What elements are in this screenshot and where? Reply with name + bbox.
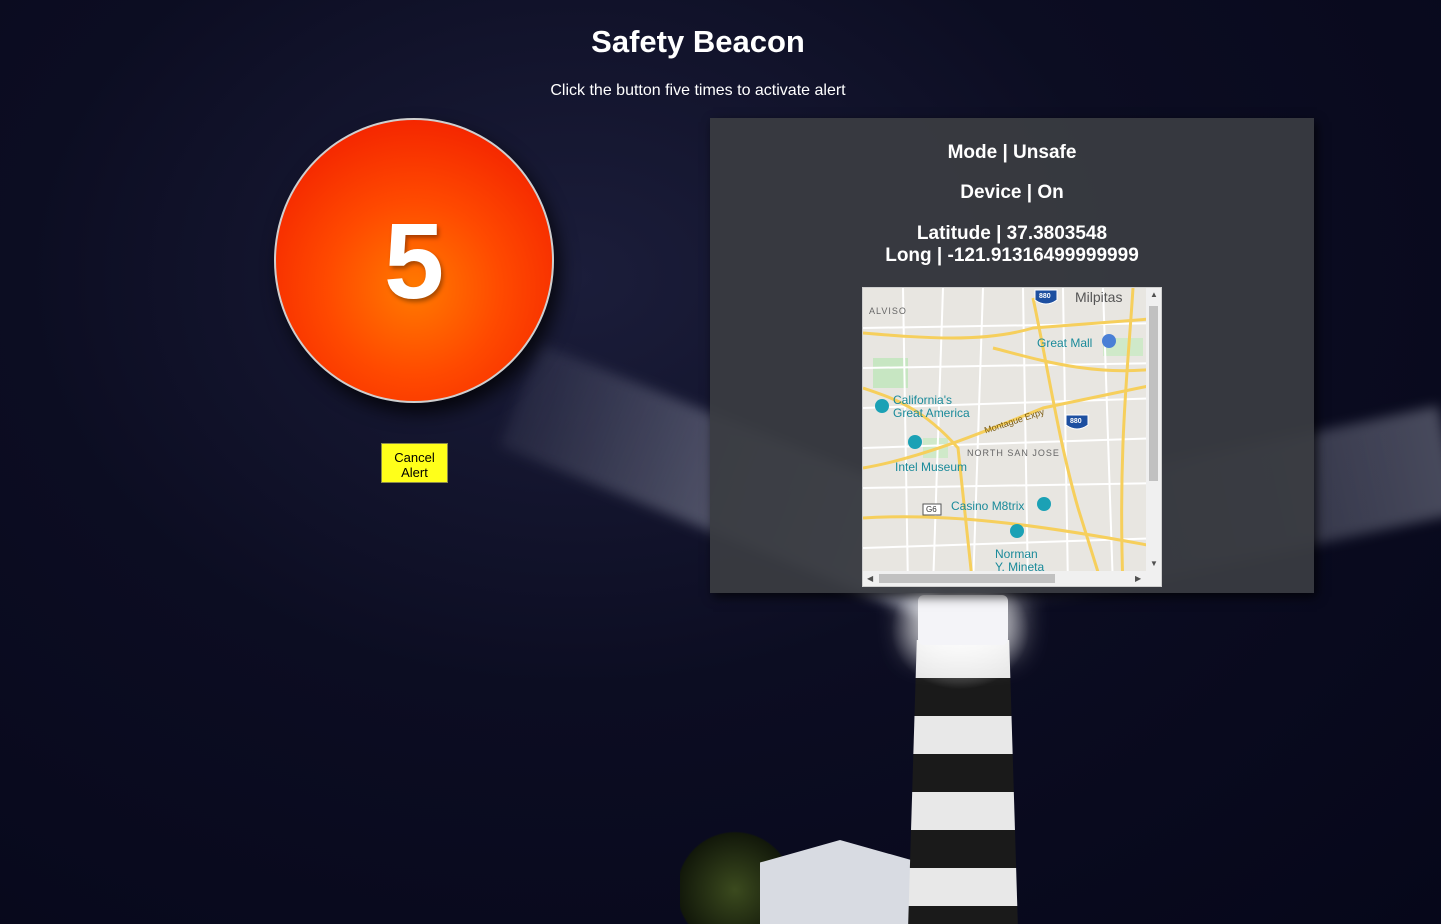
page-title: Safety Beacon	[591, 24, 805, 59]
scrollbar-thumb[interactable]	[879, 574, 1055, 583]
location-map[interactable]: Milpitas ALVISO Great Mall California's …	[862, 287, 1162, 587]
instruction-text: Click the button five times to activate …	[550, 82, 846, 99]
map-label-north-san-jose: NORTH SAN JOSE	[967, 448, 1060, 458]
map-label-alviso: ALVISO	[869, 306, 907, 316]
map-label-norman: Norman	[995, 547, 1038, 561]
map-label-great-america: Great America	[893, 406, 970, 420]
interstate-shield-label: 880	[1070, 418, 1082, 425]
cancel-alert-button[interactable]: Cancel Alert	[381, 443, 448, 483]
trees	[680, 830, 790, 924]
scroll-up-icon[interactable]: ▲	[1150, 291, 1158, 299]
keeper-house	[760, 840, 920, 924]
status-panel: Mode | Unsafe Device | On Latitude | 37.…	[710, 118, 1314, 593]
scroll-down-icon[interactable]: ▼	[1150, 560, 1158, 568]
click-counter: 5	[383, 199, 445, 321]
scroll-right-icon[interactable]: ▶	[1135, 575, 1141, 583]
interstate-shield-label: 880	[1039, 293, 1051, 300]
map-label-casino: Casino M8trix	[951, 499, 1025, 513]
map-label-milpitas: Milpitas	[1075, 289, 1123, 305]
map-label-californias: California's	[893, 393, 952, 407]
lighthouse-tower	[908, 640, 1018, 924]
alert-button[interactable]: 5	[274, 118, 554, 403]
longitude-value: Long | -121.91316499999999	[885, 245, 1139, 266]
scrollbar-thumb[interactable]	[1149, 306, 1158, 481]
device-status: Device | On	[960, 182, 1064, 203]
map-horizontal-scrollbar[interactable]: ◀ ▶	[863, 571, 1161, 586]
map-vertical-scrollbar[interactable]: ▲ ▼	[1146, 288, 1161, 571]
scroll-left-icon[interactable]: ◀	[867, 575, 873, 583]
county-road-label: G6	[926, 505, 937, 514]
map-label-great-mall: Great Mall	[1037, 336, 1093, 350]
mode-status: Mode | Unsafe	[947, 142, 1077, 163]
latitude-value: Latitude | 37.3803548	[916, 223, 1108, 244]
map-roads	[863, 288, 1161, 586]
map-label-intel-museum: Intel Museum	[895, 460, 968, 474]
lighthouse-lamp	[918, 595, 1008, 645]
